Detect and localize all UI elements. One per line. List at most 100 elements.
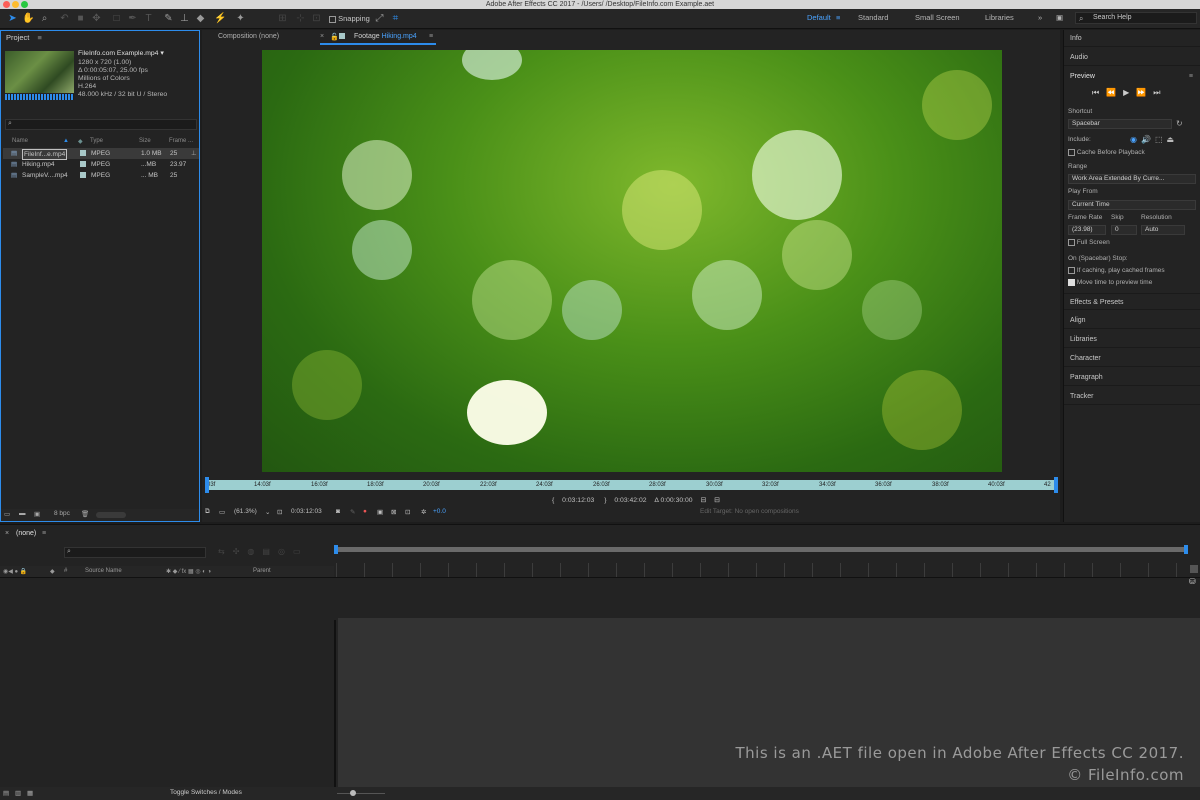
monitor-icon[interactable]: ▭ — [219, 508, 225, 516]
axis-mode-view-icon[interactable]: ⊡ — [310, 12, 323, 25]
selected-item-name[interactable]: FileInfo.com Example.mp4 ▾ — [78, 50, 164, 58]
snap-feature-icon[interactable]: ⤢ — [373, 12, 386, 25]
comp-marker-bin-icon[interactable]: ⛁ — [1189, 577, 1196, 586]
first-frame-icon[interactable]: ⏮ — [1092, 88, 1106, 97]
close-tab-icon[interactable]: × — [5, 530, 9, 537]
exposure-value[interactable]: +0.0 — [433, 508, 446, 515]
roto-brush-tool-icon[interactable]: ⚡ — [214, 12, 227, 25]
interpret-footage-icon[interactable]: ▭ — [4, 510, 10, 518]
bpc-button[interactable]: 8 bpc — [54, 510, 70, 517]
cache-before-playback[interactable]: Cache Before Playback — [1068, 149, 1145, 156]
close-tab-icon[interactable]: × — [320, 33, 324, 40]
zoom-window-button[interactable] — [21, 1, 28, 8]
workspace-default[interactable]: Default — [807, 13, 831, 22]
workspace-standard[interactable]: Standard — [858, 13, 888, 22]
camera-tool-icon[interactable]: ■ — [74, 12, 87, 25]
draft-3d-icon[interactable]: ✣ — [233, 547, 248, 556]
character-panel-header[interactable]: Character — [1064, 350, 1200, 367]
chevron-down-icon[interactable]: ⌄ — [265, 508, 270, 516]
show-snapshot-icon[interactable]: ✎ — [350, 508, 355, 516]
snapshot-icon[interactable]: ◙ — [336, 508, 340, 515]
switches-column-icons[interactable]: ✱ ◆ ⁄ fx ▦ ◎ ◐ ◑ — [166, 568, 211, 575]
source-name-column[interactable]: Source Name — [85, 568, 122, 574]
tracker-panel-header[interactable]: Tracker — [1064, 388, 1200, 405]
range-select[interactable]: Work Area Extended By Curre... — [1068, 174, 1196, 184]
out-point-handle[interactable] — [1054, 477, 1058, 493]
full-screen[interactable]: Full Screen — [1068, 239, 1110, 246]
panel-menu-icon[interactable]: ≡ — [37, 33, 41, 42]
timeline-search-input[interactable]: ⌕ — [64, 547, 206, 558]
align-panel-header[interactable]: Align — [1064, 312, 1200, 329]
shortcut-select[interactable]: Spacebar — [1068, 119, 1172, 129]
toggle-switches-modes-button[interactable]: Toggle Switches / Modes — [170, 789, 242, 796]
snap-edge-icon[interactable]: ⌗ — [389, 12, 402, 25]
next-frame-icon[interactable]: ⏩ — [1136, 88, 1153, 97]
frame-rate-select[interactable]: (23.98) — [1068, 225, 1106, 235]
sync-settings-icon[interactable]: ▣ — [1056, 13, 1063, 22]
hand-tool-icon[interactable]: ✋ — [22, 12, 35, 25]
selection-tool-icon[interactable]: ➤ — [6, 12, 19, 25]
include-overlays-icon[interactable]: ⬚ — [1155, 135, 1167, 144]
rotate-tool-icon[interactable]: ↶ — [58, 12, 71, 25]
snapping-toggle[interactable]: Snapping — [329, 14, 370, 23]
motion-blur-icon[interactable]: ◎ — [278, 547, 293, 556]
current-time-display[interactable]: 0:03:12:03 — [291, 508, 322, 515]
zoom-tool-icon[interactable]: ⌕ — [38, 12, 51, 25]
project-search-input[interactable]: ⌕ — [5, 119, 197, 130]
full-screen-checkbox[interactable] — [1068, 239, 1075, 246]
play-from-select[interactable]: Current Time — [1068, 200, 1196, 210]
label-column-icon[interactable]: ◆ — [50, 568, 55, 575]
puppet-pin-tool-icon[interactable]: ✦ — [234, 12, 247, 25]
in-out-toggle-icon[interactable]: ▦ — [27, 789, 33, 797]
choose-grid-icon[interactable]: ⊡ — [277, 508, 282, 516]
workspace-menu-icon[interactable]: ≡ — [836, 13, 840, 22]
include-video-icon[interactable]: ◉ — [1130, 135, 1141, 144]
transfer-controls-toggle-icon[interactable]: ▥ — [15, 789, 21, 797]
out-time[interactable]: 0:03:42:02 — [614, 497, 646, 504]
work-area-start-handle[interactable] — [334, 545, 338, 554]
transparency-grid-icon[interactable]: ⊠ — [391, 508, 396, 516]
tab-composition[interactable]: Composition (none) — [218, 33, 279, 40]
tab-footage[interactable]: Footage Hiking.mp4 — [354, 33, 417, 40]
axis-mode-local-icon[interactable]: ⊞ — [276, 12, 289, 25]
layer-switches-toggle-icon[interactable]: ▤ — [3, 789, 9, 797]
graph-editor-icon[interactable]: ▭ — [293, 547, 309, 556]
always-preview-icon[interactable]: ⧉ — [205, 508, 210, 516]
timeline-zoom-handle[interactable] — [350, 790, 356, 796]
label-color-swatch[interactable] — [80, 150, 86, 156]
label-color-swatch[interactable] — [80, 172, 86, 178]
panel-menu-icon[interactable]: ≡ — [42, 530, 46, 537]
workspace-small-screen[interactable]: Small Screen — [915, 13, 960, 22]
av-features-icon[interactable]: ◉◀ ● 🔒 — [3, 568, 27, 575]
paragraph-panel-header[interactable]: Paragraph — [1064, 369, 1200, 386]
project-item-row[interactable]: ▤ Hiking.mp4 MPEG ...MB 23.97 — [3, 159, 199, 170]
work-area-end-handle[interactable] — [1184, 545, 1188, 554]
info-panel-header[interactable]: Info — [1064, 30, 1200, 47]
snapping-checkbox[interactable] — [329, 15, 336, 23]
search-help-field[interactable]: ⌕ Search Help — [1075, 12, 1197, 24]
previous-frame-icon[interactable]: ⏪ — [1106, 88, 1123, 97]
workspace-libraries[interactable]: Libraries — [985, 13, 1014, 22]
project-item-row[interactable]: ▤ SampleV....mp4 MPEG ... MB 25 — [3, 170, 199, 181]
timeline-ruler[interactable] — [336, 563, 1191, 577]
label-column-icon[interactable]: ◆ — [78, 138, 83, 145]
in-point-handle[interactable] — [205, 477, 209, 493]
timeline-zoom-slider[interactable] — [337, 793, 385, 794]
rectangle-tool-icon[interactable]: □ — [110, 12, 123, 25]
axis-mode-world-icon[interactable]: ⊹ — [294, 12, 307, 25]
pixel-aspect-icon[interactable]: ⊡ — [405, 508, 410, 516]
tab-menu-icon[interactable]: ≡ — [429, 33, 433, 40]
overlay-edit-icon[interactable]: ⊟ — [714, 497, 720, 504]
in-time[interactable]: 0:03:12:03 — [562, 497, 594, 504]
project-item-row[interactable]: ▤ FileInf...e.mp4 MPEG 1.0 MB 25 ⊥ — [3, 148, 199, 160]
sort-ascending-icon[interactable]: ▲ — [63, 138, 69, 144]
close-window-button[interactable] — [3, 1, 10, 8]
new-composition-icon[interactable]: ▣ — [34, 510, 40, 518]
audio-panel-header[interactable]: Audio — [1064, 49, 1200, 66]
panel-menu-icon[interactable]: ≡ — [1189, 68, 1193, 85]
frame-blending-icon[interactable]: ▤ — [262, 547, 278, 556]
type-tool-icon[interactable]: T — [142, 12, 155, 25]
set-in-point-icon[interactable]: { — [552, 497, 554, 504]
if-caching-checkbox[interactable] — [1068, 267, 1075, 274]
libraries-panel-header[interactable]: Libraries — [1064, 331, 1200, 348]
